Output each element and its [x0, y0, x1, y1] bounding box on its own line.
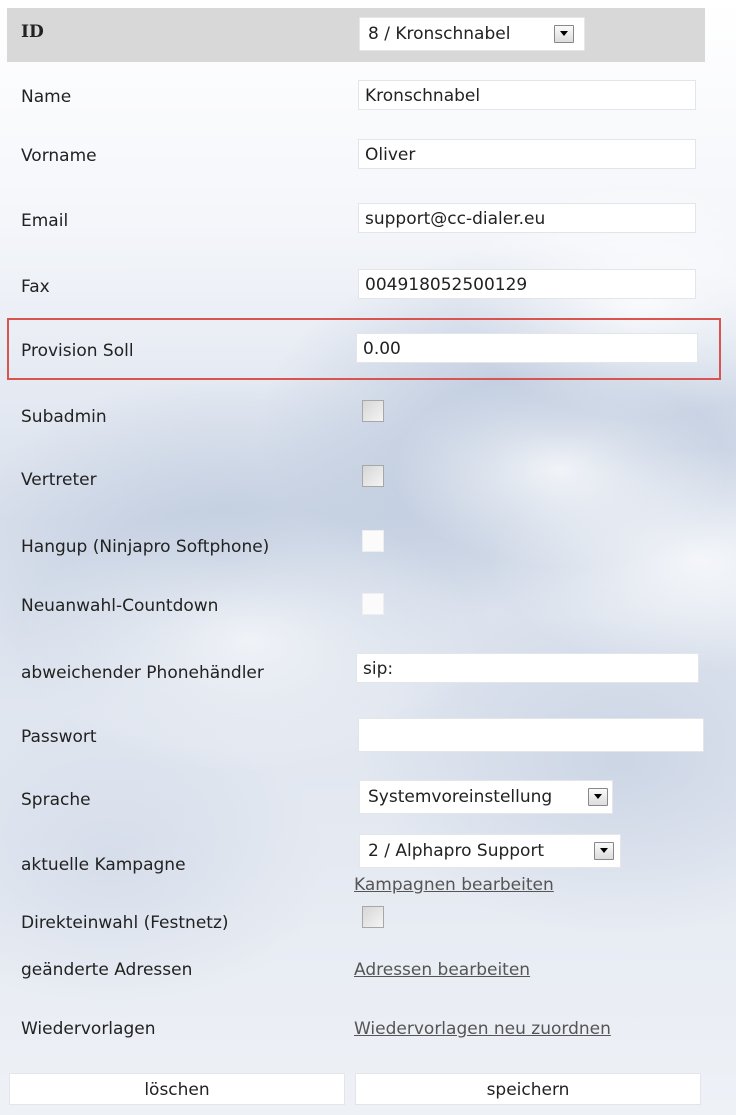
email-field[interactable]: support@cc-dialer.eu: [358, 203, 696, 233]
vertreter-label: Vertreter: [21, 470, 97, 490]
phonehaendler-label: abweichender Phonehändler: [21, 663, 264, 683]
direkteinwahl-label: Direkteinwahl (Festnetz): [21, 913, 229, 933]
provision-soll-label: Provision Soll: [21, 341, 134, 361]
id-header-row: [7, 8, 705, 62]
kampagne-select[interactable]: 2 / Alphapro Support: [359, 834, 621, 868]
email-label: Email: [21, 211, 69, 231]
neuanwahl-countdown-checkbox[interactable]: [362, 593, 384, 615]
sprache-select-value: Systemvoreinstellung: [368, 787, 553, 807]
fax-label: Fax: [21, 277, 50, 297]
hangup-checkbox[interactable]: [362, 530, 384, 552]
phonehaendler-field[interactable]: sip:: [356, 653, 699, 683]
provision-soll-field[interactable]: 0.00: [356, 333, 698, 363]
name-field[interactable]: Kronschnabel: [358, 80, 696, 110]
sprache-label: Sprache: [21, 790, 91, 810]
vorname-field[interactable]: Oliver: [358, 139, 696, 169]
kampagne-label: aktuelle Kampagne: [21, 855, 186, 875]
geaenderte-adressen-label: geänderte Adressen: [21, 960, 193, 980]
subadmin-label: Subadmin: [21, 407, 107, 427]
delete-button[interactable]: löschen: [9, 1073, 345, 1105]
save-button[interactable]: speichern: [355, 1073, 701, 1105]
sprache-select[interactable]: Systemvoreinstellung: [359, 780, 613, 814]
id-select[interactable]: 8 / Kronschnabel: [359, 17, 585, 51]
wiedervorlagen-link[interactable]: Wiedervorlagen neu zuordnen: [354, 1019, 611, 1039]
chevron-down-icon[interactable]: [554, 25, 574, 43]
chevron-down-icon[interactable]: [588, 788, 608, 806]
adressen-bearbeiten-link[interactable]: Adressen bearbeiten: [354, 960, 530, 980]
passwort-label: Passwort: [21, 727, 97, 747]
hangup-label: Hangup (Ninjapro Softphone): [21, 537, 270, 557]
passwort-field[interactable]: [358, 718, 704, 752]
id-label: ID: [21, 22, 44, 42]
wiedervorlagen-label: Wiedervorlagen: [21, 1019, 156, 1039]
subadmin-checkbox[interactable]: [362, 400, 384, 422]
fax-field[interactable]: 004918052500129: [358, 269, 696, 299]
direkteinwahl-checkbox[interactable]: [362, 906, 384, 928]
neuanwahl-countdown-label: Neuanwahl-Countdown: [21, 596, 219, 616]
chevron-down-icon[interactable]: [594, 842, 614, 860]
kampagnen-bearbeiten-link[interactable]: Kampagnen bearbeiten: [354, 875, 554, 895]
name-label: Name: [21, 87, 72, 107]
vorname-label: Vorname: [21, 146, 97, 166]
vertreter-checkbox[interactable]: [362, 465, 384, 487]
id-select-value: 8 / Kronschnabel: [368, 24, 511, 44]
kampagne-select-value: 2 / Alphapro Support: [368, 841, 545, 861]
